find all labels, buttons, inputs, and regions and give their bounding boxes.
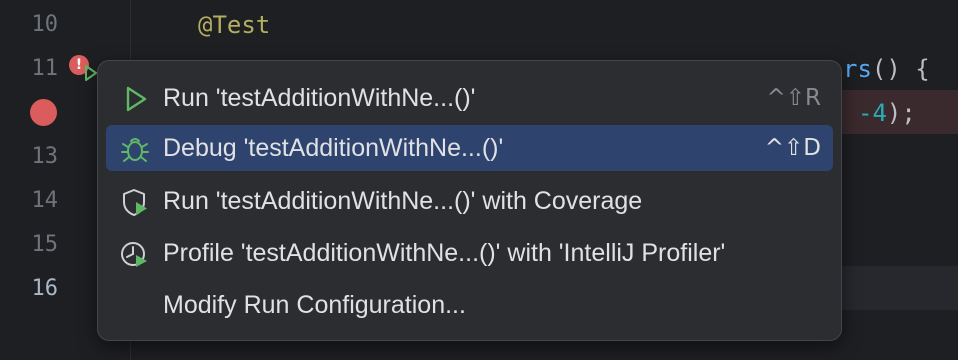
line-number: 11	[31, 56, 59, 81]
line-number: 16	[31, 276, 59, 301]
line-number: 13	[31, 144, 59, 169]
code-punctuation: );	[886, 99, 916, 127]
menu-item-label: Run 'testAdditionWithNe...()' with Cover…	[163, 187, 643, 215]
code-punctuation: () {	[871, 55, 930, 83]
profiler-icon	[121, 242, 147, 267]
menu-item-label: Debug 'testAdditionWithNe...()'	[163, 134, 504, 162]
menu-item-shortcut: ^⇧R	[766, 85, 821, 111]
menu-item-label: Run 'testAdditionWithNe...()'	[163, 84, 476, 112]
menu-item-run-with-coverage[interactable]: Run 'testAdditionWithNe...()' with Cover…	[106, 178, 833, 224]
debug-icon	[121, 138, 149, 162]
breakpoint-icon[interactable]	[30, 99, 57, 126]
code-number: -4	[858, 99, 887, 127]
code-method-name: rs	[843, 55, 872, 83]
code-line-12-tail: -4);	[858, 91, 916, 135]
run-gutter-icon[interactable]	[84, 64, 98, 82]
menu-item-label: Profile 'testAdditionWithNe...()' with '…	[163, 239, 726, 267]
line-number: 14	[31, 188, 59, 213]
menu-item-shortcut: ^⇧D	[764, 135, 821, 161]
menu-item-label: Modify Run Configuration...	[163, 291, 466, 319]
code-annotation: @Test	[198, 11, 271, 39]
run-context-popup: Run 'testAdditionWithNe...()' ^⇧R Debug …	[97, 60, 842, 341]
menu-item-modify-run-configuration[interactable]: Modify Run Configuration...	[106, 282, 833, 328]
coverage-icon	[123, 189, 147, 216]
menu-item-debug[interactable]: Debug 'testAdditionWithNe...()' ^⇧D	[106, 125, 833, 171]
code-line-11-tail: rs() {	[843, 47, 930, 91]
menu-item-run[interactable]: Run 'testAdditionWithNe...()' ^⇧R	[106, 75, 833, 121]
run-icon	[126, 86, 147, 112]
menu-item-profile[interactable]: Profile 'testAdditionWithNe...()' with '…	[106, 230, 833, 276]
line-number: 15	[31, 232, 59, 257]
line-number: 10	[31, 12, 59, 37]
